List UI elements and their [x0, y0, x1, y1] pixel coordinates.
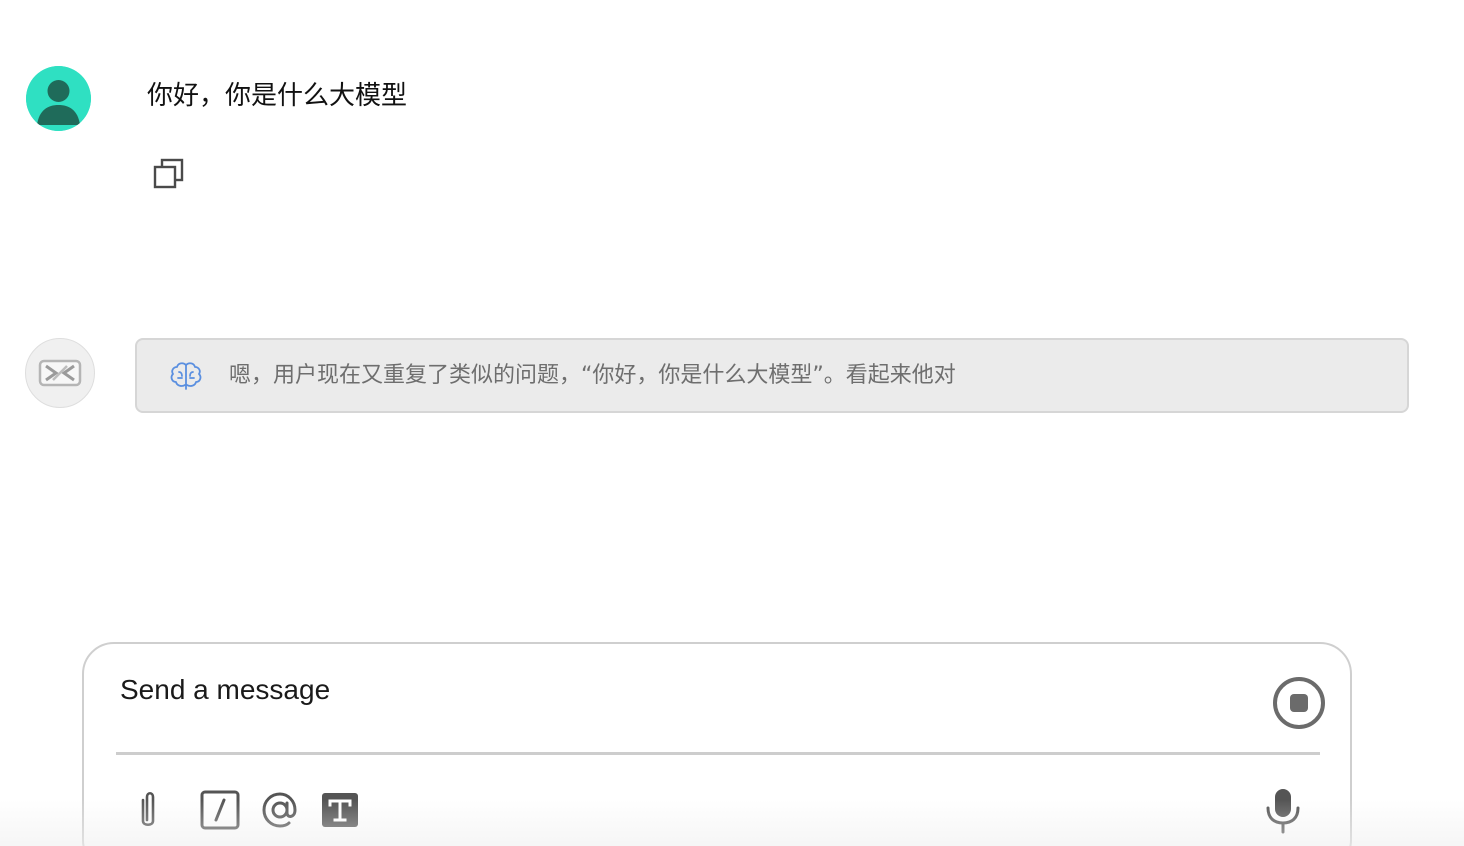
model-logo-icon	[38, 359, 82, 387]
copy-button[interactable]	[150, 155, 188, 193]
mention-button[interactable]	[258, 788, 302, 832]
copy-icon	[153, 158, 184, 189]
microphone-icon	[1266, 789, 1300, 834]
user-avatar-icon	[26, 66, 91, 131]
attach-file-button[interactable]	[128, 788, 172, 832]
text-format-button[interactable]	[318, 788, 362, 832]
assistant-avatar	[25, 338, 95, 408]
thinking-preview-text: 嗯，用户现在又重复了类似的问题，“你好，你是什么大模型”。看起来他对	[229, 363, 956, 388]
paperclip-icon	[141, 791, 155, 827]
message-input[interactable]	[120, 670, 1220, 710]
thinking-panel[interactable]: 嗯，用户现在又重复了类似的问题，“你好，你是什么大模型”。看起来他对	[135, 338, 1409, 413]
stop-icon	[1273, 677, 1325, 729]
voice-input-button[interactable]	[1260, 786, 1306, 834]
text-format-icon	[322, 793, 358, 827]
slash-command-button[interactable]	[198, 788, 242, 832]
user-avatar	[26, 66, 91, 131]
at-mention-icon	[262, 792, 297, 828]
message-composer	[82, 642, 1352, 846]
composer-divider	[116, 752, 1320, 755]
slash-command-icon	[200, 790, 240, 830]
brain-icon	[169, 359, 203, 393]
chat-page: 你好，你是什么大模型 嗯，用户现在又重复了类似的问题，“你好，你是什么大模型”。…	[0, 0, 1464, 846]
user-message-text: 你好，你是什么大模型	[147, 81, 408, 111]
stop-generation-button[interactable]	[1272, 676, 1326, 730]
